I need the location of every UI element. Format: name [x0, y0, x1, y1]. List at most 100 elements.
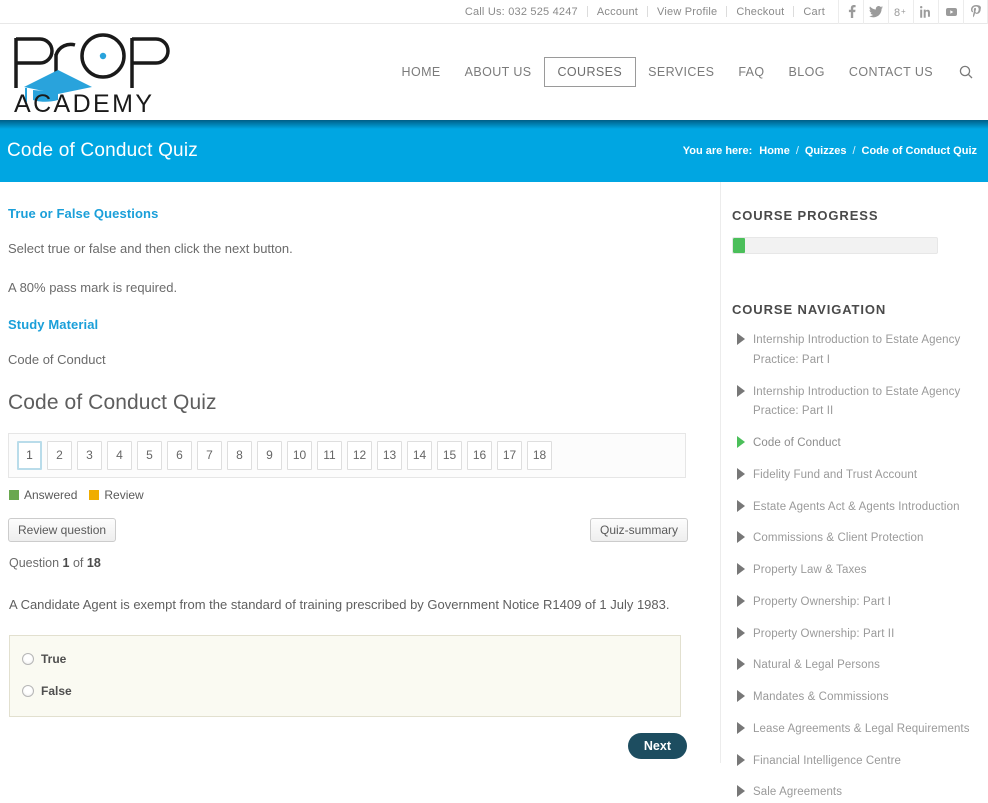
question-text: A Candidate Agent is exempt from the sta…: [9, 596, 670, 612]
quiz-main-column: True or False Questions Select true or f…: [0, 182, 720, 763]
quiz-instruction-text: Select true or false and then click the …: [8, 241, 293, 256]
legend-label-answered: Answered: [24, 487, 78, 502]
question-number-13[interactable]: 13: [377, 440, 402, 470]
question-number-12[interactable]: 12: [347, 440, 372, 470]
course-nav-item-11[interactable]: Mandates & Commissions: [731, 688, 976, 708]
course-nav-item-6[interactable]: Commissions & Client Protection: [731, 529, 976, 549]
top-utility-bar: Call Us: 032 525 4247 Account View Profi…: [0, 0, 988, 24]
svg-text:8: 8: [894, 7, 900, 18]
pass-mark-text: A 80% pass mark is required.: [8, 279, 178, 295]
course-nav-item-5[interactable]: Estate Agents Act & Agents Introduction: [731, 498, 976, 518]
course-navigation-list: Internship Introduction to Estate Agency…: [731, 331, 976, 803]
review-question-button[interactable]: Review question: [8, 517, 117, 542]
course-progress-heading: COURSE PROGRESS: [732, 208, 879, 223]
question-number-15[interactable]: 15: [437, 440, 462, 470]
breadcrumb-item-quizzes[interactable]: Quizzes: [805, 145, 847, 157]
question-number-2[interactable]: 2: [47, 440, 72, 470]
pinterest-icon[interactable]: [963, 0, 988, 24]
legend-swatch-answered: [9, 489, 19, 500]
page-title: Code of Conduct Quiz: [7, 140, 198, 161]
question-number-1[interactable]: 1: [17, 440, 42, 470]
question-number-6[interactable]: 6: [167, 440, 192, 470]
nav-courses[interactable]: COURSES: [543, 57, 637, 87]
site-header: ACADEMY HOME ABOUT US COURSES SERVICES F…: [0, 24, 988, 120]
view-profile-link[interactable]: View Profile: [648, 0, 726, 24]
nav-blog[interactable]: BLOG: [777, 57, 837, 87]
question-number-8[interactable]: 8: [227, 440, 252, 470]
course-sidebar: COURSE PROGRESS COURSE NAVIGATION Intern…: [720, 182, 988, 798]
chevron-right-icon: [737, 785, 745, 798]
linkedin-icon[interactable]: [913, 0, 938, 24]
course-nav-label: Internship Introduction to Estate Agency…: [753, 385, 961, 418]
breadcrumb-label: You are here:: [682, 145, 753, 157]
course-nav-item-8[interactable]: Property Ownership: Part I: [731, 593, 976, 613]
question-number-4[interactable]: 4: [107, 440, 132, 470]
social-links: 8 +: [838, 0, 988, 24]
course-nav-label: Lease Agreements & Legal Requirements: [753, 722, 970, 735]
course-nav-label: Fidelity Fund and Trust Account: [753, 468, 918, 481]
question-number-18[interactable]: 18: [527, 440, 552, 470]
course-nav-item-9[interactable]: Property Ownership: Part II: [731, 625, 976, 645]
question-number-10[interactable]: 10: [287, 440, 312, 470]
nav-faq[interactable]: FAQ: [726, 57, 776, 87]
page-content: True or False Questions Select true or f…: [0, 182, 988, 798]
course-nav-item-7[interactable]: Property Law & Taxes: [731, 561, 976, 581]
course-nav-item-13[interactable]: Financial Intelligence Centre: [731, 752, 976, 772]
next-button[interactable]: Next: [627, 733, 687, 760]
chevron-right-icon: [737, 384, 745, 397]
question-number-3[interactable]: 3: [77, 440, 102, 470]
chevron-right-icon: [737, 721, 745, 734]
googleplus-icon[interactable]: 8 +: [888, 0, 913, 24]
radio-true[interactable]: [22, 653, 34, 666]
course-nav-item-4[interactable]: Fidelity Fund and Trust Account: [731, 466, 976, 486]
question-counter-current: 1: [62, 555, 70, 570]
question-number-14[interactable]: 14: [407, 440, 432, 470]
course-nav-item-code-of-conduct[interactable]: Code of Conduct: [731, 434, 976, 454]
search-icon[interactable]: [945, 57, 977, 87]
svg-text:+: +: [901, 7, 906, 16]
course-nav-item-10[interactable]: Natural & Legal Persons: [731, 656, 976, 676]
chevron-right-icon: [737, 333, 745, 345]
question-number-5[interactable]: 5: [137, 440, 162, 470]
nav-home[interactable]: HOME: [390, 57, 453, 87]
quiz-summary-button[interactable]: Quiz-summary: [589, 517, 688, 542]
youtube-icon[interactable]: [938, 0, 963, 24]
facebook-icon[interactable]: [838, 0, 863, 24]
twitter-icon[interactable]: [863, 0, 888, 24]
course-nav-item-2[interactable]: Internship Introduction to Estate Agency…: [731, 383, 976, 423]
course-nav-label: Property Law & Taxes: [753, 564, 867, 577]
quiz-title: Code of Conduct Quiz: [8, 390, 217, 414]
answer-option-true[interactable]: True: [20, 648, 670, 670]
course-nav-item-12[interactable]: Lease Agreements & Legal Requirements: [731, 720, 976, 740]
course-progress-fill: [733, 238, 746, 253]
course-nav-label: Property Ownership: Part II: [753, 627, 895, 640]
cart-link[interactable]: Cart: [794, 0, 834, 24]
question-number-9[interactable]: 9: [257, 440, 282, 470]
question-number-17[interactable]: 17: [497, 440, 522, 470]
course-nav-label: Estate Agents Act & Agents Introduction: [753, 500, 960, 513]
quiz-legend: Answered Review: [9, 488, 712, 502]
legend-label-review: Review: [104, 487, 144, 502]
course-nav-item-1[interactable]: Internship Introduction to Estate Agency…: [731, 331, 976, 371]
chevron-right-icon: [737, 467, 745, 480]
question-counter-prefix: Question: [9, 555, 60, 570]
course-nav-item-14[interactable]: Sale Agreements: [731, 783, 976, 803]
nav-services[interactable]: SERVICES: [636, 57, 726, 87]
site-logo[interactable]: ACADEMY: [8, 24, 308, 120]
question-number-7[interactable]: 7: [197, 440, 222, 470]
question-number-16[interactable]: 16: [467, 440, 492, 470]
breadcrumb-item-home[interactable]: Home: [759, 145, 790, 157]
course-nav-label: Financial Intelligence Centre: [753, 754, 902, 767]
chevron-right-icon: [737, 753, 745, 766]
account-link[interactable]: Account: [588, 0, 647, 24]
answer-option-false[interactable]: False: [20, 680, 670, 702]
nav-about-us[interactable]: ABOUT US: [453, 57, 544, 87]
legend-swatch-review: [89, 489, 100, 500]
question-number-11[interactable]: 11: [317, 440, 342, 470]
checkout-link[interactable]: Checkout: [727, 0, 793, 24]
course-nav-label: Internship Introduction to Estate Agency…: [753, 334, 961, 366]
radio-false[interactable]: [22, 685, 34, 698]
nav-contact-us[interactable]: CONTACT US: [837, 57, 945, 87]
study-material-item[interactable]: Code of Conduct: [8, 352, 712, 369]
next-button-row: Next: [9, 733, 687, 760]
